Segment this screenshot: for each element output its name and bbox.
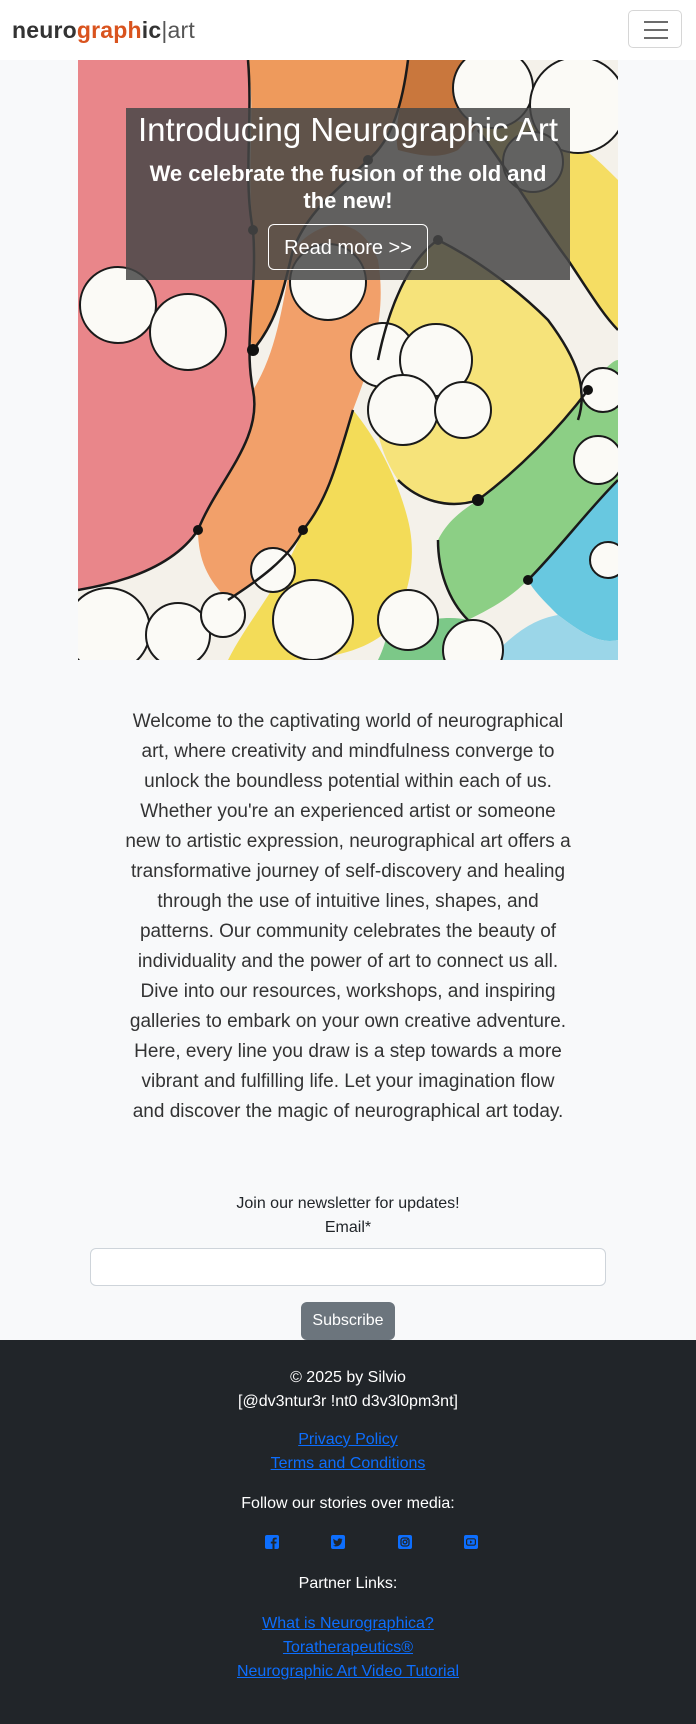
twitter-icon[interactable] [330, 1534, 346, 1550]
newsletter-form: Join our newsletter for updates! Email* … [0, 1192, 696, 1340]
read-more-button[interactable]: Read more >> [268, 224, 428, 270]
intro-paragraph: Welcome to the captivating world of neur… [125, 711, 571, 1122]
hero-carousel: Introducing Neurographic Art We celebrat… [78, 60, 618, 660]
youtube-icon[interactable] [463, 1534, 479, 1550]
partner-links-heading: Partner Links: [298, 1575, 398, 1592]
hero-title: Introducing Neurographic Art [137, 111, 559, 148]
hero-subtitle: We celebrate the fusion of the old and t… [149, 161, 547, 213]
brand-logo-link[interactable]: neurographic|art [12, 14, 195, 46]
footer-tagline: [@dv3ntur3r !nt0 d3v3l0pm3nt] [238, 1393, 458, 1410]
email-label: Email* [324, 1219, 372, 1236]
partner-link-video-tutorial[interactable]: Neurographic Art Video Tutorial [237, 1660, 459, 1684]
brand-text-art: |art [161, 17, 195, 43]
partner-link-neurographica[interactable]: What is Neurographica? [262, 1612, 434, 1636]
navbar-toggle-button[interactable] [628, 10, 682, 48]
follow-heading: Follow our stories over media: [241, 1495, 455, 1512]
instagram-icon[interactable] [397, 1534, 413, 1550]
partner-link-toratherapeutics[interactable]: Toratherapeutics® [283, 1636, 413, 1660]
brand-text-ic: ic [141, 17, 162, 43]
facebook-icon[interactable] [264, 1534, 280, 1550]
privacy-policy-link[interactable]: Privacy Policy [298, 1428, 398, 1452]
copyright-text: © 2025 by Silvio [290, 1369, 406, 1386]
navbar: neurographic|art [0, 0, 696, 60]
terms-conditions-link[interactable]: Terms and Conditions [271, 1452, 426, 1476]
subscribe-button[interactable]: Subscribe [301, 1302, 395, 1340]
footer: © 2025 by Silvio [@dv3ntur3r !nt0 d3v3l0… [0, 1340, 696, 1724]
brand-text-graph: graph [76, 17, 142, 43]
brand-text-neuro: neuro [12, 17, 77, 43]
newsletter-lead: Join our newsletter for updates! [236, 1195, 460, 1212]
email-input[interactable] [90, 1248, 606, 1286]
social-icons [0, 1534, 696, 1558]
hero-caption: Introducing Neurographic Art We celebrat… [126, 108, 570, 280]
